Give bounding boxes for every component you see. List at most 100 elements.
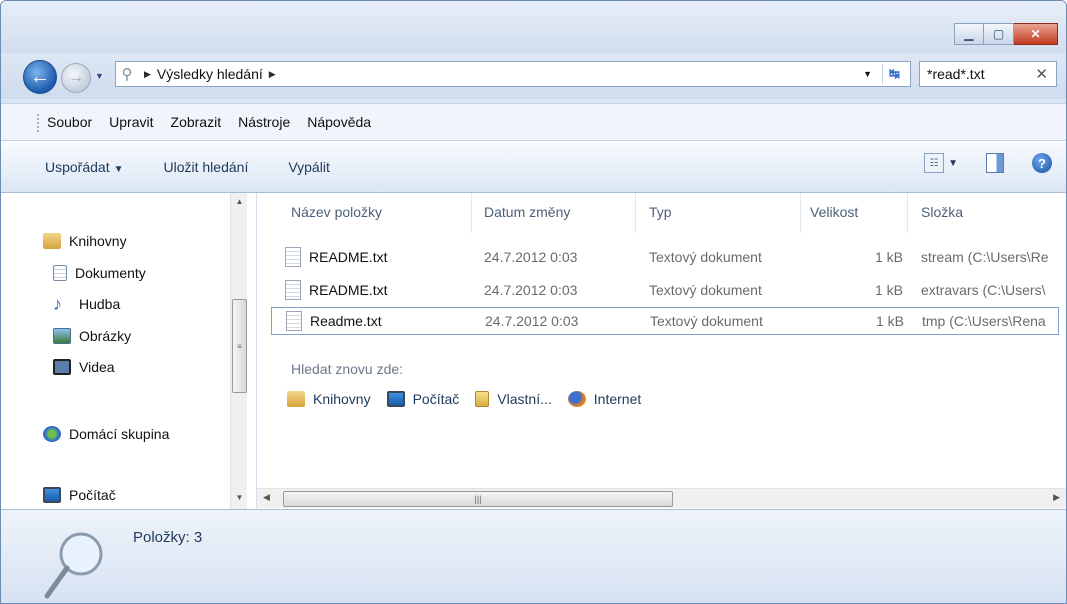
column-header-name[interactable]: Název položky <box>291 204 382 220</box>
nav-vertical-scrollbar[interactable]: ▲ ≡ ▼ <box>230 193 247 509</box>
nav-item-label: Videa <box>79 359 115 375</box>
back-button[interactable]: ← <box>23 60 57 94</box>
search-again-targets: Knihovny Počítač Vlastní... Internet <box>287 391 657 407</box>
libraries-icon <box>43 233 61 249</box>
chevron-down-icon: ▼ <box>113 163 124 175</box>
search-again-internet[interactable]: Internet <box>567 391 642 407</box>
nav-item-label: Obrázky <box>79 328 132 344</box>
scroll-up-arrow-icon[interactable]: ▲ <box>231 193 248 210</box>
search-again-computer[interactable]: Počítač <box>386 391 460 407</box>
item-count: Položky: 3 <box>133 529 203 546</box>
file-date: 24.7.2012 0:03 <box>484 249 578 265</box>
breadcrumb-chevron-icon[interactable]: ▶ <box>144 69 151 80</box>
file-size: 1 kB <box>875 313 904 329</box>
libraries-icon <box>287 391 305 407</box>
column-headers: Název položky Datum změny Typ Velikost S… <box>257 193 1066 233</box>
file-type: Textový dokument <box>650 313 763 329</box>
nav-item-label: Dokumenty <box>75 265 146 281</box>
menu-file[interactable]: Soubor <box>47 114 92 130</box>
column-header-size[interactable]: Velikost <box>810 204 858 220</box>
file-type: Textový dokument <box>649 282 762 298</box>
organize-button[interactable]: Uspořádat ▼ <box>45 159 124 175</box>
maximize-button[interactable]: ▢ <box>984 23 1014 45</box>
search-again-custom[interactable]: Vlastní... <box>475 391 552 407</box>
menu-tools[interactable]: Nástroje <box>238 114 290 130</box>
address-bar[interactable]: ⚲ ▶ Výsledky hledání ▶ ▼ ↹ <box>115 61 911 87</box>
file-type: Textový dokument <box>649 249 762 265</box>
file-name: Readme.txt <box>310 313 382 329</box>
nav-item-computer[interactable]: Počítač <box>43 487 116 503</box>
forward-button[interactable]: → <box>61 63 91 93</box>
clear-search-icon[interactable]: ✕ <box>1035 65 1048 83</box>
search-again-label: Hledat znovu zde: <box>291 361 404 377</box>
file-list-pane: Název položky Datum změny Typ Velikost S… <box>257 193 1066 509</box>
file-row-selected[interactable]: Readme.txt 24.7.2012 0:03 Textový dokume… <box>271 307 1059 335</box>
documents-icon <box>53 265 67 281</box>
column-divider[interactable] <box>907 193 908 233</box>
preview-pane-icon[interactable] <box>986 153 1004 173</box>
custom-folder-icon <box>475 391 490 407</box>
computer-icon <box>386 391 405 407</box>
view-options-dropdown-icon[interactable]: ▼ <box>948 158 958 169</box>
burn-button[interactable]: Vypálit <box>288 159 330 175</box>
change-view-icon[interactable]: ☷ <box>924 153 945 173</box>
nav-item-pictures[interactable]: Obrázky <box>53 328 131 344</box>
explorer-window: ▁ ▢ ✕ ← → ▼ ⚲ ▶ Výsledky hledání ▶ ▼ ↹ ✕… <box>0 0 1067 604</box>
file-folder: tmp (C:\Users\Rena <box>922 313 1046 329</box>
search-box[interactable]: ✕ <box>919 61 1057 87</box>
search-target-label: Vlastní... <box>497 391 552 407</box>
column-header-date[interactable]: Datum změny <box>484 204 570 220</box>
column-divider[interactable] <box>471 193 472 233</box>
window-controls: ▁ ▢ ✕ <box>954 23 1058 45</box>
column-header-type[interactable]: Typ <box>649 204 672 220</box>
navigation-pane: Knihovny Dokumenty ♪ Hudba Obrázky Videa… <box>1 193 257 509</box>
file-date: 24.7.2012 0:03 <box>485 313 579 329</box>
nav-item-videos[interactable]: Videa <box>53 359 115 375</box>
close-button[interactable]: ✕ <box>1014 23 1058 45</box>
menu-view[interactable]: Zobrazit <box>171 114 222 130</box>
scroll-down-arrow-icon[interactable]: ▼ <box>231 489 248 506</box>
scroll-left-arrow-icon[interactable]: ◀ <box>263 492 270 503</box>
breadcrumb-search-results[interactable]: Výsledky hledání <box>157 66 263 82</box>
search-icon: ⚲ <box>121 66 133 83</box>
column-header-folder[interactable]: Složka <box>921 204 963 220</box>
videos-icon <box>53 359 71 375</box>
minimize-button[interactable]: ▁ <box>954 23 984 45</box>
file-row[interactable]: README.txt 24.7.2012 0:03 Textový dokume… <box>271 276 1059 304</box>
column-divider[interactable] <box>635 193 636 233</box>
file-size: 1 kB <box>874 282 903 298</box>
breadcrumb-chevron-icon[interactable]: ▶ <box>269 69 276 80</box>
help-icon[interactable]: ? <box>1032 153 1052 173</box>
search-target-label: Internet <box>593 391 642 407</box>
music-icon: ♪ <box>53 294 62 314</box>
nav-item-label: Hudba <box>79 296 121 312</box>
navigation-bar: ← → ▼ ⚲ ▶ Výsledky hledání ▶ ▼ ↹ ✕ <box>1 53 1066 99</box>
address-history-dropdown-icon[interactable]: ▼ <box>863 69 872 79</box>
horizontal-scrollbar-thumb[interactable]: ||| <box>283 491 673 507</box>
file-row[interactable]: README.txt 24.7.2012 0:03 Textový dokume… <box>271 243 1059 271</box>
recent-pages-dropdown[interactable]: ▼ <box>95 71 104 81</box>
search-input[interactable] <box>927 66 1027 82</box>
search-again-libraries[interactable]: Knihovny <box>287 391 371 407</box>
nav-item-homegroup[interactable]: Domácí skupina <box>43 426 169 442</box>
search-target-label: Počítač <box>412 391 460 407</box>
file-name-cell: README.txt <box>285 247 475 267</box>
menu-edit[interactable]: Upravit <box>109 114 153 130</box>
nav-item-label: Počítač <box>69 487 116 503</box>
column-divider[interactable] <box>800 193 801 233</box>
nav-item-documents[interactable]: Dokumenty <box>53 265 146 281</box>
horizontal-scrollbar[interactable]: ◀ ||| ▶ <box>257 488 1066 508</box>
refresh-icon[interactable]: ↹ <box>882 64 906 84</box>
firefox-icon <box>567 391 586 407</box>
homegroup-icon <box>43 426 61 442</box>
scroll-right-arrow-icon[interactable]: ▶ <box>1053 492 1060 503</box>
organize-label: Uspořádat <box>45 158 110 175</box>
nav-item-libraries[interactable]: Knihovny <box>43 233 127 249</box>
details-pane: Položky: 3 <box>1 509 1066 603</box>
nav-item-music[interactable]: ♪ Hudba <box>53 294 121 314</box>
save-search-button[interactable]: Uložit hledání <box>164 159 249 175</box>
text-file-icon <box>285 280 301 300</box>
nav-scrollbar-thumb[interactable]: ≡ <box>232 299 247 393</box>
file-folder: extravars (C:\Users\ <box>921 282 1046 298</box>
menu-help[interactable]: Nápověda <box>307 114 371 130</box>
